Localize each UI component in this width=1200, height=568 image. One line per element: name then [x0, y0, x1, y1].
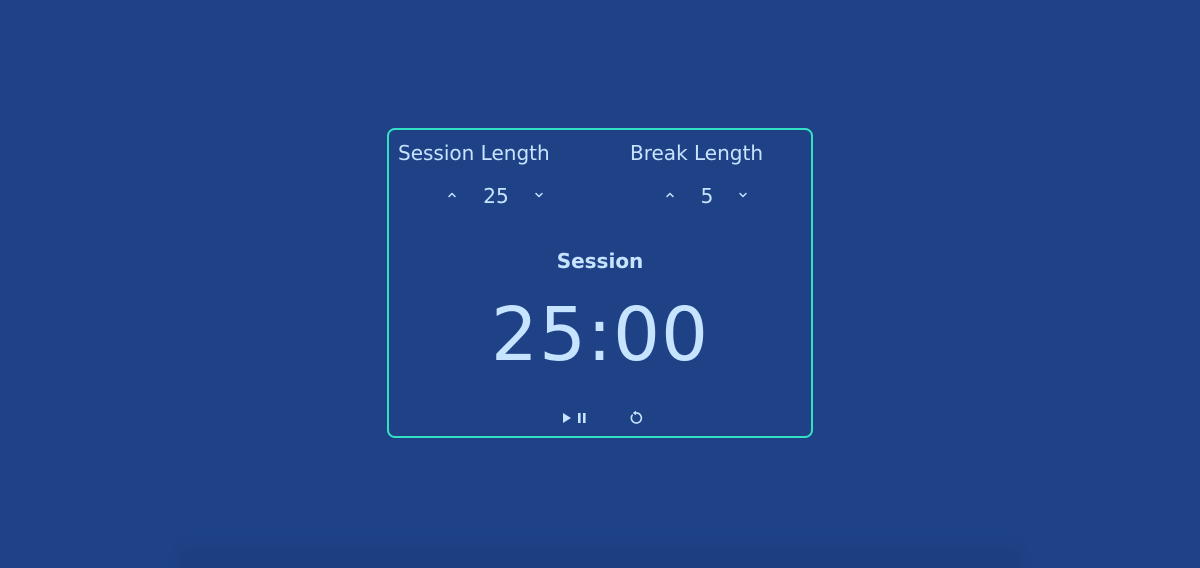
- break-length-title: Break Length: [630, 141, 763, 165]
- reset-icon: [630, 410, 643, 424]
- chevron-up-icon: [448, 192, 456, 198]
- session-increment-button[interactable]: [444, 187, 460, 203]
- page: Session Length Break Length 25 5 Session…: [0, 0, 1200, 568]
- break-decrement-button[interactable]: [735, 187, 751, 203]
- play-pause-icon: [563, 413, 586, 423]
- play-pause-button[interactable]: [560, 408, 590, 428]
- reset-button[interactable]: [626, 408, 646, 428]
- chevron-up-icon: [666, 192, 674, 198]
- session-length-title: Session Length: [398, 141, 550, 165]
- timer-controls: [389, 408, 811, 430]
- chevron-down-icon: [739, 192, 747, 198]
- break-length-value: 5: [700, 184, 714, 208]
- time-left-display: 25:00: [490, 292, 710, 378]
- chevron-down-icon: [535, 192, 543, 198]
- session-length-value: 25: [483, 184, 509, 208]
- timer-label: Session: [556, 249, 644, 273]
- break-increment-button[interactable]: [662, 187, 678, 203]
- bottom-shadow: [180, 540, 1020, 568]
- pomodoro-clock-card: Session Length Break Length 25 5 Session…: [387, 128, 813, 438]
- session-decrement-button[interactable]: [531, 187, 547, 203]
